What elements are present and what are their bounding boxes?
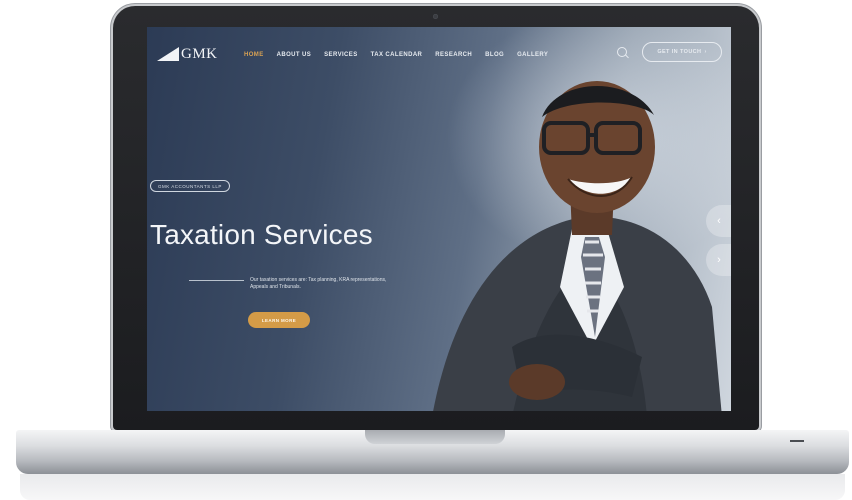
logo-text: GMK <box>181 46 218 62</box>
nav-blog[interactable]: BLOG <box>485 52 504 58</box>
nav-about-us[interactable]: ABOUT US <box>277 52 312 58</box>
nav-home[interactable]: HOME <box>244 52 264 58</box>
company-tag: GMK ACCOUNTANTS LLP <box>150 180 230 192</box>
nav-gallery[interactable]: GALLERY <box>517 52 548 58</box>
chevron-right-icon: › <box>717 254 721 266</box>
hero-title: Taxation Services <box>150 219 373 250</box>
cta-label: GET IN TOUCH <box>657 49 702 55</box>
hero-divider <box>189 280 244 281</box>
main-navigation: HOME ABOUT US SERVICES TAX CALENDAR RESE… <box>244 52 548 58</box>
nav-tax-calendar[interactable]: TAX CALENDAR <box>371 52 423 58</box>
laptop-indicator-mark <box>790 440 804 442</box>
carousel-prev-button[interactable]: ‹ <box>706 205 731 237</box>
learn-more-button[interactable]: LEARN MORE <box>248 312 310 328</box>
laptop-screen: GMK HOME ABOUT US SERVICES TAX CALENDAR … <box>147 27 731 411</box>
site-logo[interactable]: GMK <box>157 46 218 62</box>
arrow-right-icon: › <box>704 49 707 55</box>
laptop-hinge-notch <box>365 430 505 444</box>
laptop-foot <box>20 474 845 500</box>
camera-dot <box>433 14 438 19</box>
nav-research[interactable]: RESEARCH <box>435 52 472 58</box>
carousel-next-button[interactable]: › <box>706 244 731 276</box>
nav-services[interactable]: SERVICES <box>324 52 357 58</box>
chevron-left-icon: ‹ <box>717 215 721 227</box>
search-icon[interactable] <box>617 47 627 57</box>
hero-description: Our taxation services are: Tax planning,… <box>250 277 387 290</box>
get-in-touch-button[interactable]: GET IN TOUCH › <box>642 42 722 62</box>
hero-person-image <box>433 81 722 411</box>
logo-mark-icon <box>157 47 179 61</box>
